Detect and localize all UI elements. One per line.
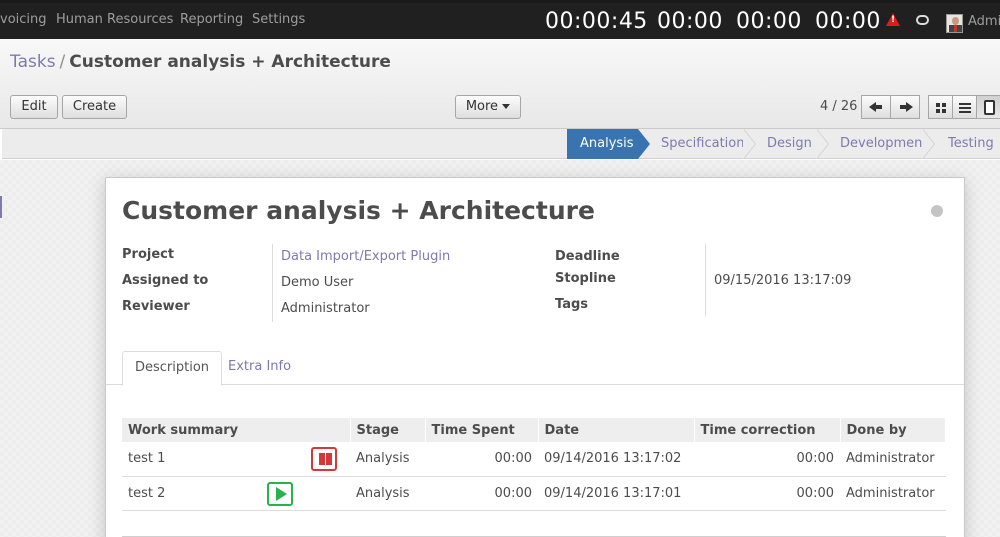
avatar[interactable] — [946, 14, 963, 33]
project-value[interactable]: Data Import/Export Plugin — [281, 249, 450, 264]
stage-cell: Analysis — [350, 476, 425, 511]
deadline-label: Deadline — [555, 249, 620, 264]
timer-3: 00:00 — [736, 9, 802, 34]
work-summary-text: test 2 — [128, 485, 166, 501]
tab-description[interactable]: Description — [122, 351, 223, 386]
pager-value[interactable]: 4 / 26 — [820, 99, 857, 114]
stage-separator — [922, 129, 937, 159]
left-edge-marker — [0, 196, 2, 218]
stage-cell: Analysis — [350, 442, 425, 477]
kanban-view-button[interactable] — [928, 95, 953, 119]
stage-statusbar: Analysis Specification Design Developmen… — [2, 129, 1000, 159]
column-time-correction[interactable]: Time correction — [693, 418, 841, 442]
column-work-summary[interactable]: Work summary — [122, 418, 351, 442]
assigned-label: Assigned to — [122, 273, 209, 288]
more-label: More — [465, 99, 499, 114]
table-row[interactable]: test 2 Analysis 00:00 09/14/2016 13:17:0… — [122, 476, 946, 511]
time-correction-cell: 00:00 — [694, 476, 840, 511]
menu-human-resources[interactable]: Human Resources — [56, 12, 173, 27]
time-spent-cell: 00:00 — [425, 476, 538, 511]
timer-main: 00:00:45 — [545, 9, 648, 34]
caret-down-icon — [502, 104, 511, 109]
breadcrumb: Tasks / Customer analysis + Architecture — [10, 52, 391, 72]
stage-separator — [743, 129, 758, 159]
list-icon — [959, 103, 971, 113]
warning-icon[interactable]: ! — [886, 13, 900, 26]
date-cell: 09/14/2016 13:17:01 — [538, 476, 694, 511]
more-button[interactable]: More — [455, 95, 521, 119]
stage-testing[interactable]: Testing — [948, 129, 994, 159]
form-icon — [984, 100, 995, 115]
stage-specification[interactable]: Specification — [661, 129, 744, 159]
table-row[interactable]: test 1 Analysis 00:00 09/14/2016 13:17:0… — [122, 442, 946, 477]
menu-settings[interactable]: Settings — [252, 12, 305, 27]
timer-2: 00:00 — [657, 9, 723, 34]
done-by-cell: Administrator — [840, 442, 946, 477]
time-correction-cell: 00:00 — [694, 442, 840, 477]
column-time-spent[interactable]: Time Spent — [424, 418, 539, 442]
date-cell: 09/14/2016 13:17:02 — [538, 442, 694, 477]
chat-icon[interactable] — [916, 15, 929, 25]
column-done-by[interactable]: Done by — [839, 418, 946, 442]
table-header: Work summary Stage Time Spent Date Time … — [122, 418, 946, 442]
column-stage[interactable]: Stage — [349, 418, 426, 442]
stage-analysis[interactable]: Analysis — [567, 129, 650, 159]
task-title: Customer analysis + Architecture — [122, 196, 595, 225]
menu-reporting[interactable]: Reporting — [180, 12, 243, 27]
user-menu[interactable]: Admin — [968, 14, 1000, 29]
column-date[interactable]: Date — [537, 418, 695, 442]
stopline-label: Stopline — [555, 271, 616, 286]
work-summary-cell: test 1 — [122, 442, 350, 477]
stage-development[interactable]: Development — [840, 129, 928, 159]
time-spent-cell: 00:00 — [425, 442, 538, 477]
list-view-button[interactable] — [952, 95, 977, 119]
stopline-value: 09/15/2016 13:17:09 — [714, 273, 852, 288]
field-divider — [705, 244, 706, 316]
tab-extra-info[interactable]: Extra Info — [216, 351, 303, 385]
pager-previous-button[interactable] — [861, 95, 891, 119]
notebook-tabs: Description Extra Info — [106, 351, 964, 386]
edit-button[interactable]: Edit — [10, 95, 58, 119]
done-by-cell: Administrator — [840, 476, 946, 511]
assigned-value: Demo User — [281, 275, 354, 290]
project-label: Project — [122, 247, 175, 262]
field-divider — [272, 244, 273, 322]
grid-icon — [936, 103, 946, 113]
top-navbar: voicing Human Resources Reporting Settin… — [0, 0, 1000, 39]
tags-label: Tags — [555, 297, 589, 312]
form-view-button[interactable] — [976, 95, 1000, 119]
form-sheet: Customer analysis + Architecture Project… — [105, 177, 965, 537]
pause-icon[interactable] — [311, 447, 337, 471]
work-summary-text: test 1 — [128, 451, 166, 467]
breadcrumb-tasks[interactable]: Tasks — [10, 52, 56, 72]
breadcrumb-current: Customer analysis + Architecture — [69, 52, 391, 72]
create-button[interactable]: Create — [62, 95, 127, 119]
reviewer-value: Administrator — [281, 301, 370, 316]
stage-separator — [816, 129, 831, 159]
reviewer-label: Reviewer — [122, 299, 190, 314]
timer-4: 00:00 — [815, 9, 881, 34]
kanban-state-icon[interactable] — [931, 205, 943, 217]
play-icon[interactable] — [267, 481, 293, 506]
work-summary-cell: test 2 — [122, 476, 350, 511]
menu-invoicing[interactable]: voicing — [0, 12, 47, 27]
breadcrumb-separator: / — [59, 52, 66, 72]
pager-next-button[interactable] — [890, 95, 920, 119]
stage-design[interactable]: Design — [767, 129, 812, 159]
control-panel: Tasks / Customer analysis + Architecture E… — [0, 39, 1000, 129]
work-table: Work summary Stage Time Spent Date Time … — [122, 418, 946, 511]
